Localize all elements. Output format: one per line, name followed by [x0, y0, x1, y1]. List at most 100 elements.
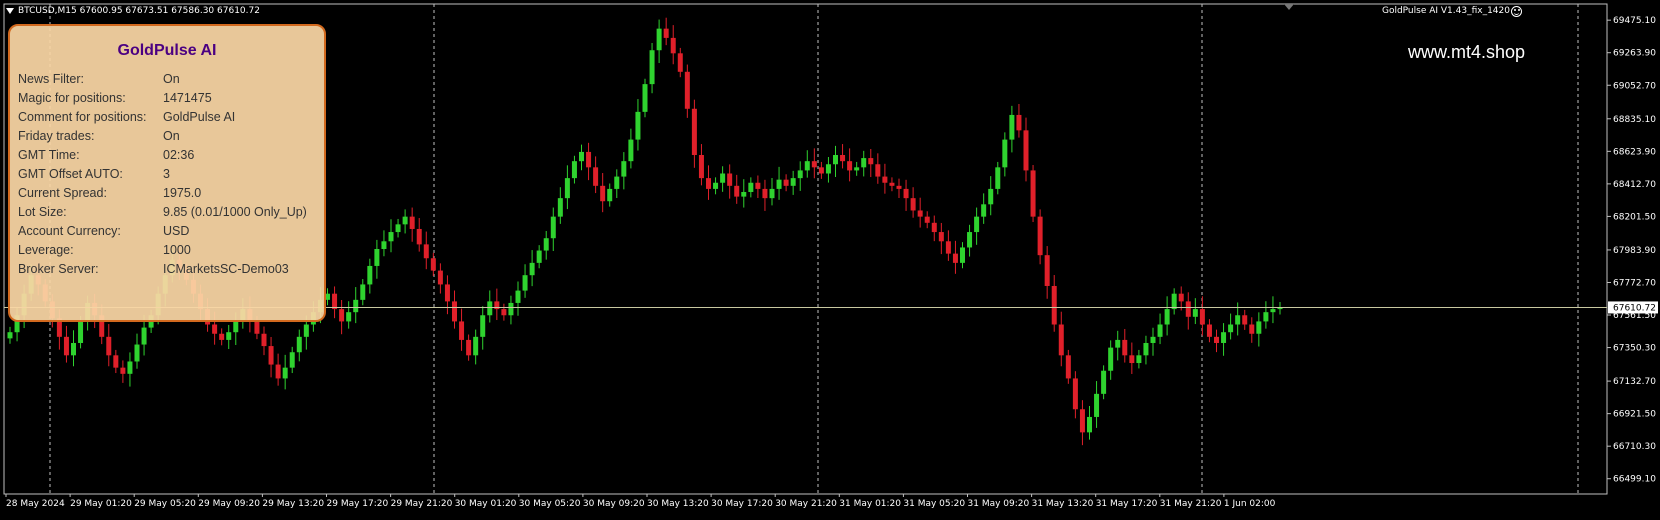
panel-row-label: Magic for positions: [18, 91, 126, 105]
x-tick-label: 31 May 01:20 [839, 499, 901, 509]
chart-shift-marker-icon[interactable] [1284, 4, 1294, 10]
candle-body [825, 164, 831, 174]
candle-body [656, 28, 662, 51]
x-tick-label: 30 May 05:20 [519, 499, 581, 509]
panel-row-label: Broker Server: [18, 262, 99, 276]
candle-body [1192, 309, 1198, 317]
candle-body [579, 151, 584, 162]
candle-body [734, 185, 740, 197]
y-tick-label: 68201.50 [1613, 212, 1656, 222]
y-tick-label: 66921.50 [1613, 410, 1656, 420]
candle-body [840, 155, 846, 162]
candle-body [261, 333, 267, 347]
candle-body [847, 161, 853, 171]
candle-body [1164, 309, 1170, 325]
candle-body [938, 232, 944, 242]
candle-body [833, 155, 838, 165]
candle-body [1256, 321, 1262, 334]
candle-body [924, 216, 930, 223]
candle-body [346, 312, 352, 322]
candle-body [1009, 114, 1015, 140]
candle-body [360, 284, 366, 300]
x-tick-label: 30 May 09:20 [583, 499, 645, 509]
x-tick-label: 29 May 01:20 [70, 499, 132, 509]
candle-body [1178, 293, 1184, 302]
candle-body [818, 167, 824, 174]
candle-body [268, 346, 274, 365]
panel-row-label: News Filter: [18, 72, 84, 86]
candle-body [649, 50, 655, 85]
candle-body [1157, 324, 1163, 337]
dropdown-triangle-icon[interactable] [6, 7, 14, 14]
x-tick-label: 31 May 21:20 [1160, 499, 1222, 509]
x-tick-label: 31 May 13:20 [1032, 499, 1094, 509]
candle-body [797, 170, 803, 179]
panel-row-label: Comment for positions: [18, 110, 147, 124]
candle-body [748, 182, 754, 192]
candle-body [1150, 336, 1156, 343]
candle-body [296, 336, 302, 353]
panel-row-value: 3 [163, 167, 170, 181]
candle-body [381, 241, 387, 249]
candle-body [395, 224, 401, 233]
candle-body [1129, 355, 1135, 364]
panel-row-label: Current Spread: [18, 186, 107, 200]
candle-body [586, 151, 592, 168]
panel-row-value: 1000 [163, 243, 191, 257]
candle-body [1206, 324, 1212, 337]
candle-body [1079, 409, 1085, 433]
candle-body [720, 173, 726, 183]
candle-body [677, 53, 683, 72]
candle-body [995, 167, 1001, 189]
x-tick-label: 29 May 13:20 [262, 499, 324, 509]
x-tick-label: 29 May 21:20 [391, 499, 453, 509]
candle-body [1143, 342, 1149, 356]
panel-row-label: GMT Offset AUTO: [18, 167, 123, 181]
candle-body [861, 158, 867, 168]
panel-row-value: USD [163, 224, 190, 238]
candle-body [706, 178, 711, 189]
candle-body [254, 321, 260, 334]
candle-body [113, 355, 119, 368]
candle-body [515, 290, 521, 303]
x-tick-label: 30 May 01:20 [455, 499, 517, 509]
candle-body [593, 167, 599, 186]
candle-body [1136, 355, 1142, 364]
candle-body [466, 339, 472, 356]
candle-body [282, 367, 288, 379]
candle-body [642, 84, 648, 112]
panel-row-label: Leverage: [18, 243, 74, 257]
candle-body [698, 155, 704, 179]
candle-body [607, 188, 613, 202]
candle-body [332, 293, 338, 310]
candle-body [1228, 324, 1234, 333]
candle-body [600, 185, 606, 202]
symbol-info-text: BTCUSD,M15 67600.95 67673.51 67586.30 67… [18, 6, 260, 16]
smiley-icon[interactable] [1511, 6, 1522, 17]
candle-body [522, 275, 528, 291]
candle-body [967, 232, 973, 248]
candle-body [854, 167, 860, 171]
candle-body [727, 173, 733, 186]
x-tick-label: 28 May 2024 [6, 499, 65, 509]
candle-body [762, 188, 768, 199]
candle-body [875, 164, 881, 177]
y-tick-label: 68835.10 [1613, 115, 1656, 125]
candle-body [1199, 309, 1205, 325]
candle-body [543, 238, 549, 251]
candle-body [889, 182, 895, 186]
y-tick-label: 67132.70 [1613, 377, 1656, 387]
candle-body [529, 262, 535, 276]
candle-body [226, 332, 232, 340]
candle-body [931, 222, 937, 233]
candle-body [868, 158, 874, 165]
symbol-info: BTCUSD,M15 67600.95 67673.51 67586.30 67… [6, 6, 260, 16]
candle-body [1002, 139, 1008, 168]
candle-body [480, 315, 486, 337]
candle-body [1263, 312, 1269, 322]
candle-body [670, 37, 676, 54]
candle-body [78, 321, 84, 343]
candle-body [960, 247, 965, 263]
x-tick-label: 31 May 17:20 [1096, 499, 1158, 509]
candle-body [896, 185, 902, 189]
